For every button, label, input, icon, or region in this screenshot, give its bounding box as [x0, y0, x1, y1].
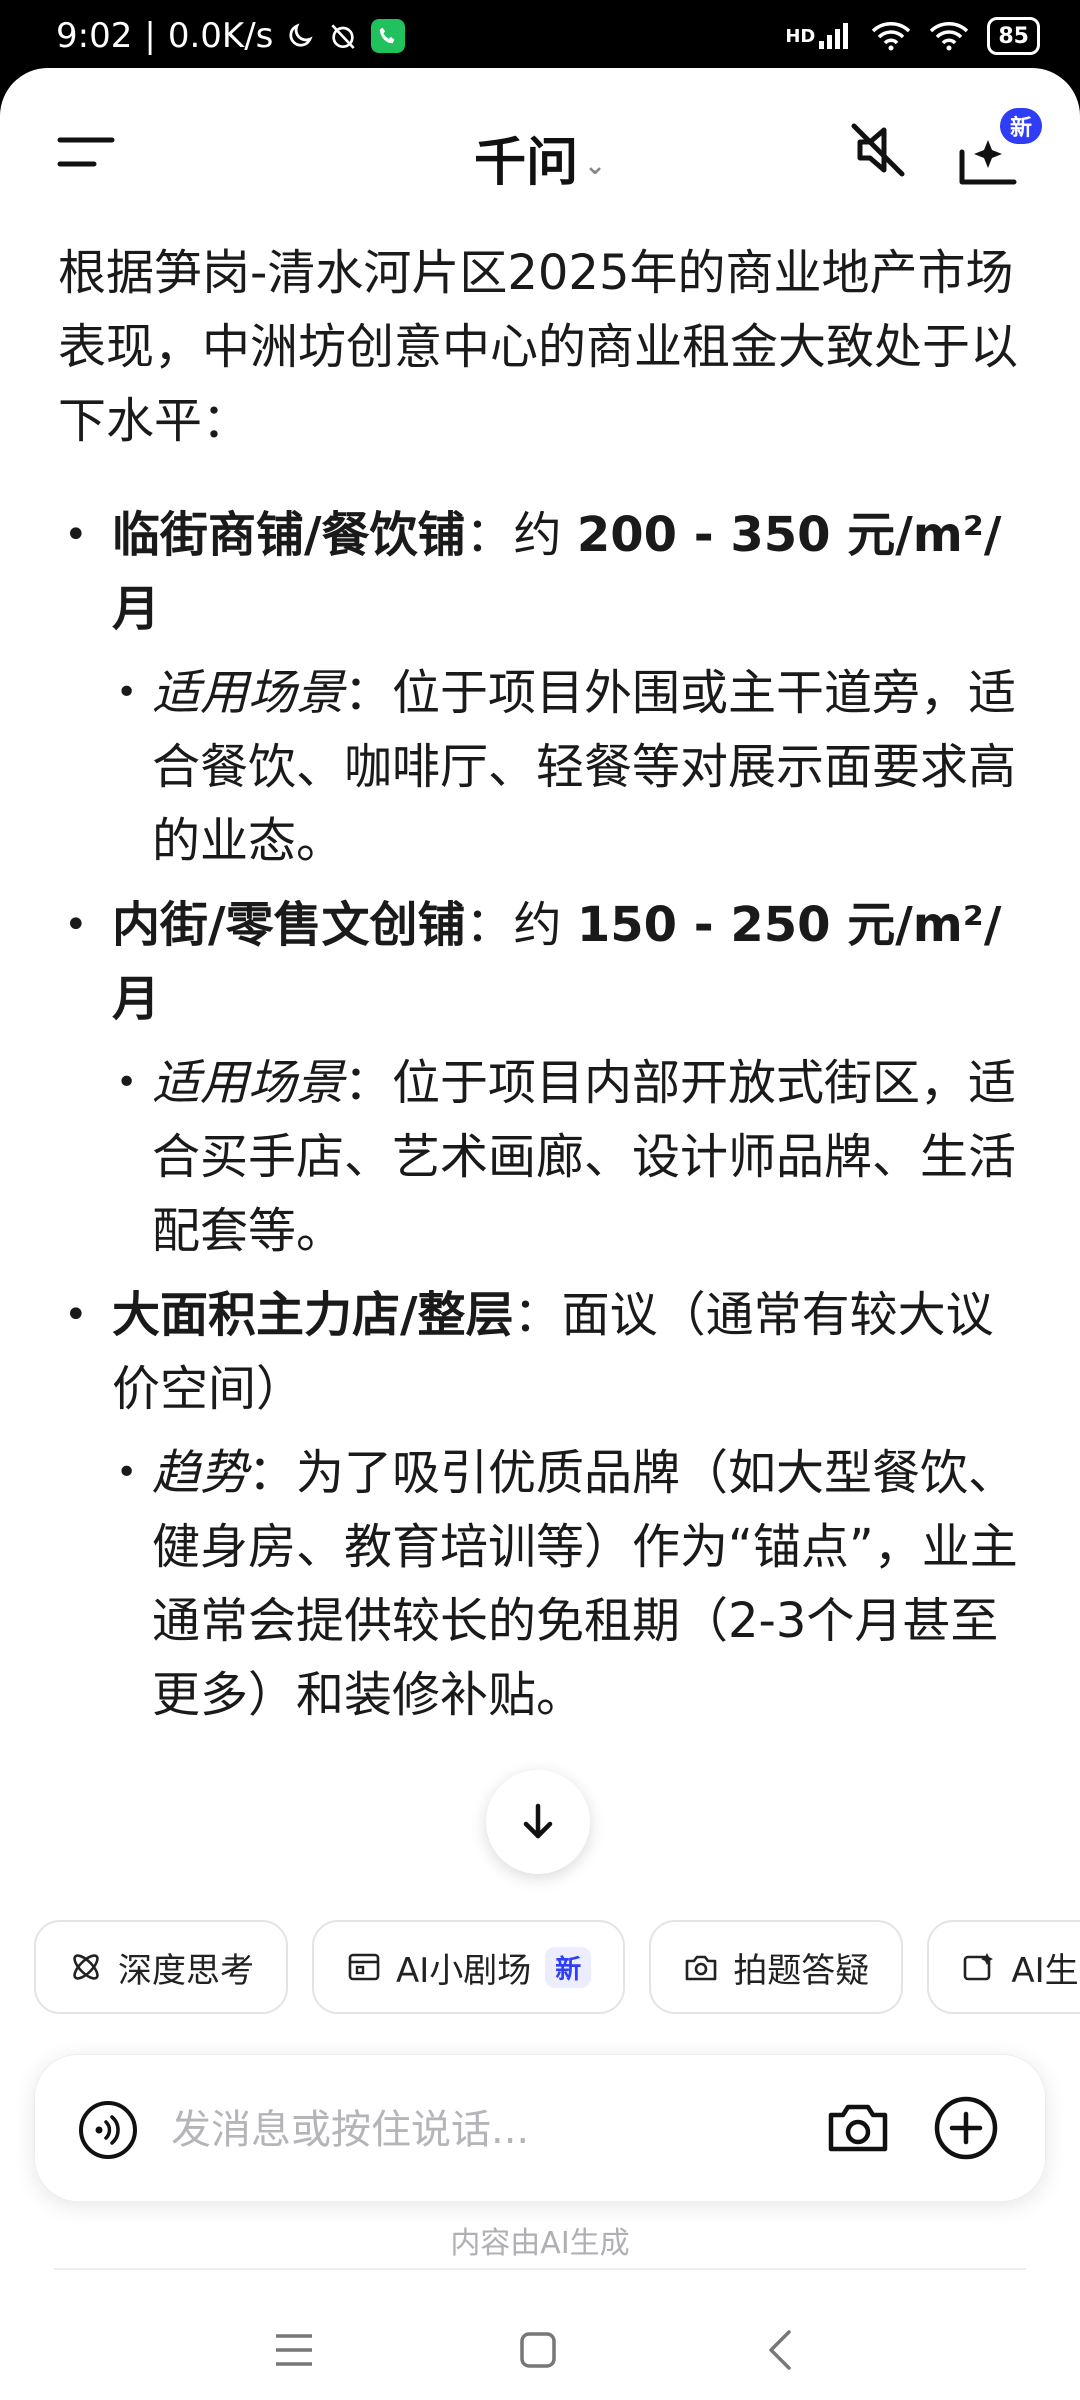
header: 千问 ⌄ 新	[0, 68, 1080, 228]
sub-list-item: 适用场景：位于项目外围或主干道旁，适合餐饮、咖啡厅、轻餐等对展示面要求高的业态。	[112, 656, 1018, 878]
wifi-icon-secondary	[929, 21, 969, 51]
system-nav-bar	[0, 2296, 1080, 2400]
status-bar: 9:02 | 0.0K/s HD 85	[0, 0, 1080, 72]
model-selector[interactable]: 千问 ⌄	[0, 120, 1080, 195]
assistant-message: 根据笋岗-清水河片区2025年的商业地产市场表现，中洲坊创意中心的商业租金大致处…	[58, 236, 1018, 1742]
alarm-off-icon	[327, 20, 359, 52]
mute-button[interactable]	[846, 118, 910, 182]
speaker-muted-icon	[851, 123, 905, 177]
list-item: 临街商铺/餐饮铺：约 200 - 350 元/m²/月 适用场景：位于项目外围或…	[58, 498, 1018, 878]
new-badge: 新	[999, 108, 1042, 144]
message-input[interactable]	[169, 2089, 813, 2171]
message-input-bar	[34, 2054, 1046, 2202]
chip-deep-thinking[interactable]: 深度思考	[34, 1920, 288, 2014]
battery-level: 85	[998, 23, 1029, 49]
list-item: 内街/零售文创铺：约 150 - 250 元/m²/月 适用场景：位于项目内部开…	[58, 888, 1018, 1268]
status-net-speed: 0.0K/s	[167, 16, 274, 56]
wifi-icon	[871, 21, 911, 51]
ai-create-icon	[964, 1953, 994, 1981]
feature-chips: 深度思考 AI小剧场 新 拍题答疑 AI生	[34, 1920, 1080, 2020]
moon-icon	[285, 21, 315, 51]
sub-list-item: 适用场景：位于项目内部开放式街区，适合买手店、艺术画廊、设计师品牌、生活配套等。	[112, 1046, 1018, 1268]
nav-back-button[interactable]	[750, 2320, 810, 2380]
scroll-down-button[interactable]	[486, 1770, 590, 1874]
divider	[54, 2268, 1026, 2270]
theater-icon	[348, 1953, 380, 1981]
plus-circle-icon	[934, 2096, 998, 2160]
chip-photo-question[interactable]: 拍题答疑	[649, 1920, 904, 2014]
chip-ai-create[interactable]: AI生	[927, 1920, 1080, 2014]
arrow-down-icon	[523, 1803, 553, 1839]
status-time: 9:02	[56, 16, 133, 56]
page-title: 千问	[474, 133, 579, 193]
camera-icon	[828, 2104, 888, 2152]
menu-lines-icon	[276, 2334, 312, 2366]
nav-home-button[interactable]	[508, 2320, 568, 2380]
rent-list: 临街商铺/餐饮铺：约 200 - 350 元/m²/月 适用场景：位于项目外围或…	[58, 498, 1018, 1732]
add-button[interactable]	[933, 2095, 999, 2161]
message-intro: 根据笋岗-清水河片区2025年的商业地产市场表现，中洲坊创意中心的商业租金大致处…	[58, 245, 1019, 449]
phone-app-icon	[371, 19, 406, 53]
app-surface: 千问 ⌄ 新 根据笋岗-清水河片区2025年的商业地产市场表现，中洲坊创意中心的商…	[0, 68, 1080, 2400]
nav-recents-button[interactable]	[264, 2320, 324, 2380]
signal-icon: HD	[785, 21, 853, 51]
chevron-down-icon: ⌄	[584, 151, 606, 181]
ai-disclaimer: 内容由AI生成	[450, 2226, 630, 2261]
photo-question-icon	[686, 1955, 717, 1981]
back-chevron-icon	[769, 2330, 791, 2370]
sub-list-item: 趋势：为了吸引优质品牌（如大型餐饮、健身房、教育培训等）作为“锚点”，业主通常会…	[112, 1436, 1018, 1732]
camera-button[interactable]	[825, 2097, 891, 2159]
voice-button[interactable]	[77, 2099, 139, 2161]
new-badge: 新	[545, 1946, 592, 1988]
new-chat-button[interactable]: 新	[954, 108, 1044, 188]
battery-icon: 85	[987, 17, 1040, 55]
atom-icon	[73, 1954, 99, 1980]
list-item: 大面积主力店/整层：面议（通常有较大议价空间） 趋势：为了吸引优质品牌（如大型餐…	[58, 1278, 1018, 1732]
home-square-icon	[520, 2332, 556, 2368]
voice-wave-icon	[79, 2101, 137, 2159]
chip-ai-theater[interactable]: AI小剧场 新	[312, 1920, 626, 2014]
